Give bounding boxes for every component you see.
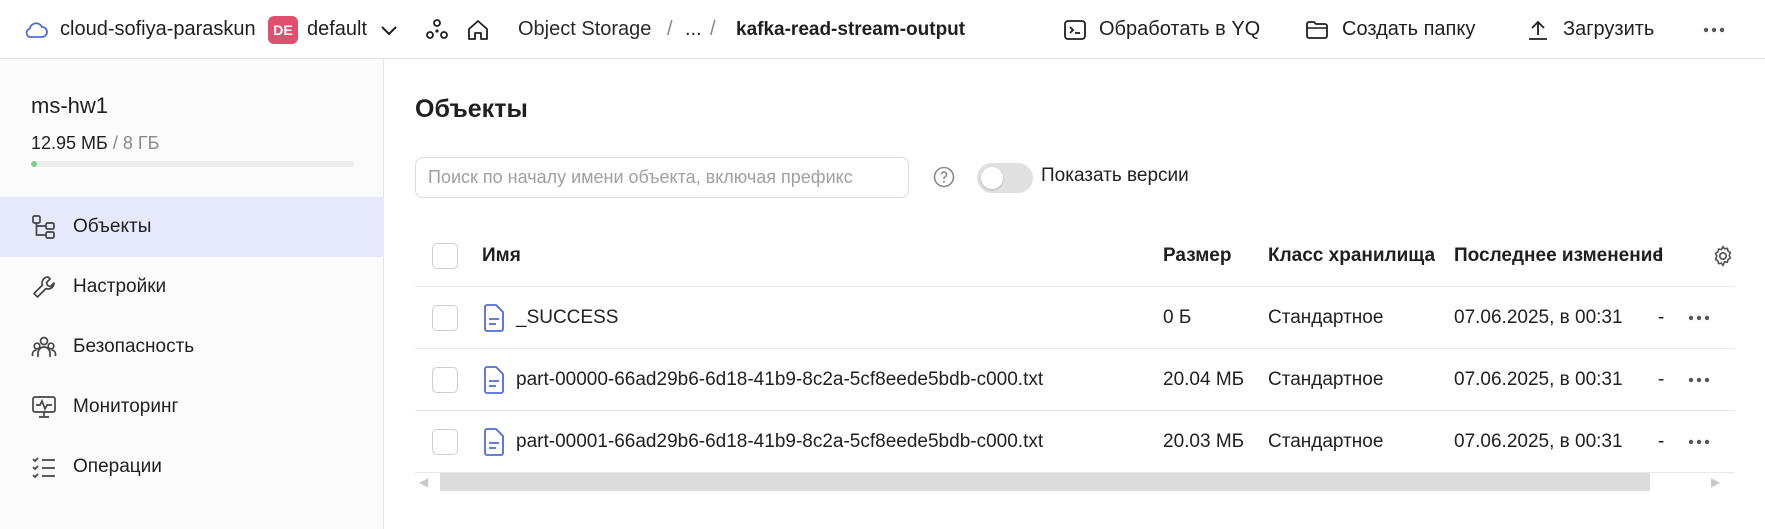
help-icon[interactable] [933,166,955,188]
top-bar: cloud-sofiya-paraskun DE default Object … [0,0,1765,59]
chevron-down-icon[interactable] [380,0,404,59]
cloud-name[interactable]: cloud-sofiya-paraskun [60,0,256,59]
show-versions-toggle[interactable] [977,163,1033,193]
horizontal-scrollbar[interactable]: ◀ ▶ [415,471,1725,493]
sidebar-item-objects[interactable]: Объекты [0,197,384,257]
sidebar-item-label: Настройки [73,276,167,297]
folder-name[interactable]: default [307,0,367,59]
main-content: Объекты Показать версии Имя Размер Класс… [385,59,1765,529]
column-header-modified[interactable]: Последнее изменение [1454,225,1663,287]
object-name-cell[interactable]: part-00001-66ad29b6-6d18-41b9-8c2a-5cf8e… [482,411,1043,473]
object-name[interactable]: part-00000-66ad29b6-6d18-41b9-8c2a-5cf8e… [516,369,1043,391]
list-icon [30,453,58,481]
object-name-cell[interactable]: _SUCCESS [482,287,618,349]
row-checkbox[interactable] [432,367,458,393]
table-header-row: Имя Размер Класс хранилища Последнее изм… [415,225,1735,287]
scrollbar-thumb[interactable] [440,473,1650,491]
upload-button[interactable]: Загрузить [1563,0,1654,59]
usage-used: 12.95 МБ [31,133,108,153]
object-size: 20.03 МБ [1163,431,1245,452]
column-header-name[interactable]: Имя [482,225,521,287]
sidebar-item-monitoring[interactable]: Мониторинг [0,377,384,437]
page-title: Объекты [415,95,528,123]
create-folder-button[interactable]: Создать папку [1342,0,1475,59]
wrench-icon [30,273,58,301]
object-storage-class: Стандартное [1268,431,1384,452]
row-checkbox[interactable] [432,305,458,331]
upload-icon[interactable] [1527,0,1551,59]
table-row[interactable]: part-00001-66ad29b6-6d18-41b9-8c2a-5cf8e… [415,411,1735,473]
bucket-name: ms-hw1 [31,93,109,118]
usage-progress-bar [31,161,354,167]
usage-progress-fill [31,161,37,167]
object-truncated-cell: - [1658,369,1665,390]
object-name-cell[interactable]: part-00000-66ad29b6-6d18-41b9-8c2a-5cf8e… [482,349,1043,411]
breadcrumb-separator: / [667,18,673,40]
home-icon[interactable] [466,0,492,59]
column-header-storage-class[interactable]: Класс хранилища [1268,225,1435,287]
sidebar-item-settings[interactable]: Настройки [0,257,384,317]
sidebar-item-label: Операции [73,456,162,477]
table-row[interactable]: part-00000-66ad29b6-6d18-41b9-8c2a-5cf8e… [415,349,1735,411]
column-header-size[interactable]: Размер [1163,225,1231,287]
cloud-icon[interactable] [24,0,50,59]
toggle-knob [981,167,1003,189]
folder-icon[interactable] [1306,0,1330,59]
object-modified: 07.06.2025, в 00:31 [1454,307,1623,328]
row-more-icon[interactable] [1688,349,1718,411]
process-in-yq-button[interactable]: Обработать в YQ [1099,0,1260,59]
row-checkbox[interactable] [432,429,458,455]
object-storage-class: Стандартное [1268,369,1384,390]
object-size: 0 Б [1163,307,1192,328]
row-more-icon[interactable] [1688,411,1718,473]
object-name[interactable]: _SUCCESS [516,307,618,329]
sidebar-item-label: Мониторинг [73,396,179,417]
sidebar: ms-hw1 12.95 МБ / 8 ГБ Объекты Настройки… [0,59,384,529]
sidebar-item-label: Объекты [73,216,152,237]
usage-total: / 8 ГБ [107,133,160,153]
breadcrumb-current: kafka-read-stream-output [736,18,966,40]
file-icon [482,428,506,456]
table-row[interactable]: _SUCCESS 0 Б Стандартное 07.06.2025, в 0… [415,287,1735,349]
sidebar-item-operations[interactable]: Операции [0,437,384,497]
more-icon[interactable] [1700,0,1728,59]
column-header-truncated: I [1658,245,1664,266]
object-modified: 07.06.2025, в 00:31 [1454,369,1623,390]
object-storage-class: Стандартное [1268,307,1384,328]
search-input[interactable] [415,157,909,198]
objects-icon [30,213,58,241]
users-icon [30,333,58,361]
show-versions-label: Показать версии [1041,165,1189,186]
row-more-icon[interactable] [1688,287,1718,349]
file-icon [482,304,506,332]
breadcrumb-ellipsis[interactable]: ... [685,0,702,59]
services-graph-icon[interactable] [425,0,451,59]
folder-badge: DE [268,16,298,44]
sidebar-item-security[interactable]: Безопасность [0,317,384,377]
select-all-checkbox[interactable] [432,243,458,269]
scroll-left-icon[interactable]: ◀ [419,475,431,489]
object-truncated-cell: - [1658,307,1665,328]
object-name[interactable]: part-00001-66ad29b6-6d18-41b9-8c2a-5cf8e… [516,431,1043,453]
monitor-icon [30,393,58,421]
gear-icon[interactable] [1711,244,1735,268]
breadcrumb-separator: / [710,18,716,40]
file-icon [482,366,506,394]
bucket-usage: 12.95 МБ / 8 ГБ [31,133,159,154]
scroll-right-icon[interactable]: ▶ [1711,475,1723,489]
object-size: 20.04 МБ [1163,369,1245,390]
object-modified: 07.06.2025, в 00:31 [1454,431,1623,452]
sidebar-item-label: Безопасность [73,336,195,357]
terminal-icon[interactable] [1064,0,1088,59]
breadcrumb-service[interactable]: Object Storage [518,0,651,59]
object-truncated-cell: - [1658,431,1665,452]
